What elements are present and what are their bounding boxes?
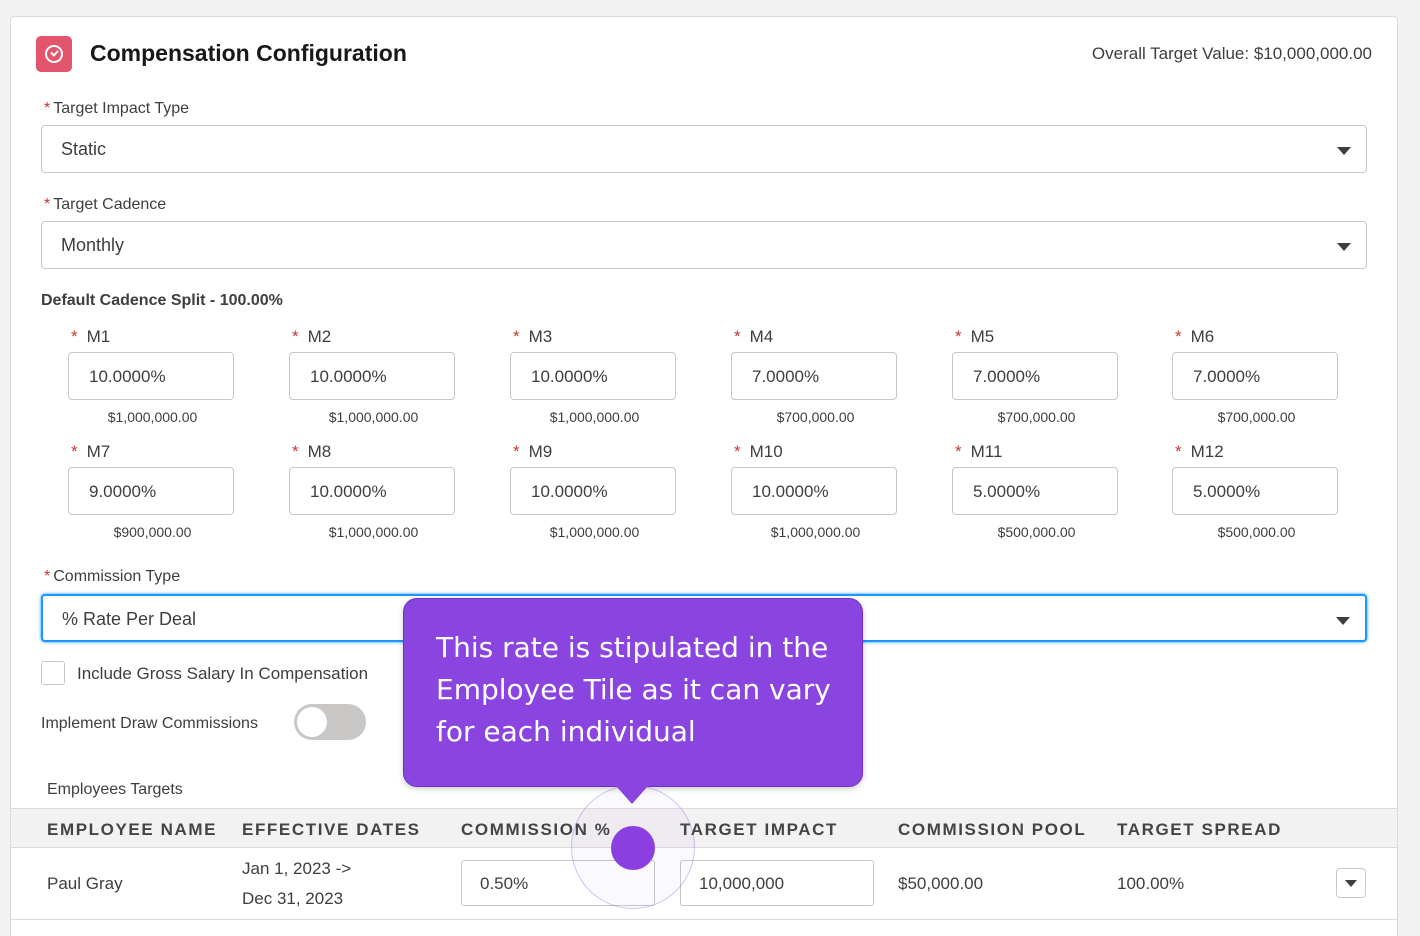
walkthrough-tooltip: This rate is stipulated in the Employee … [403, 598, 863, 804]
month-label: * M2 [292, 327, 332, 346]
month-amount: $1,000,000.00 [107, 409, 198, 425]
month-amount: $700,000.00 [776, 409, 855, 425]
target-cadence-select[interactable]: Monthly [41, 221, 1367, 269]
month-label: * M10 [734, 442, 783, 461]
tooltip-text: This rate is stipulated in the Employee … [436, 631, 831, 748]
overall-target-value: Overall Target Value: $10,000,000.00 [1091, 44, 1372, 63]
commission-pool: $50,000.00 [898, 874, 984, 893]
month-amount: $1,000,000.00 [549, 409, 640, 425]
month-pct-input[interactable]: 7.0000% [1172, 352, 1338, 400]
month-label: * M5 [955, 327, 995, 346]
month-amount: $1,000,000.00 [770, 524, 861, 540]
page-title: Compensation Configuration [90, 40, 407, 66]
month-pct-input[interactable]: 7.0000% [731, 352, 897, 400]
chevron-down-icon [1337, 147, 1351, 155]
include-gross-salary-label: Include Gross Salary In Compensation [77, 664, 369, 683]
target-cadence-value: Monthly [61, 235, 125, 255]
chevron-down-icon [1337, 243, 1351, 251]
chevron-down-icon [1336, 617, 1350, 625]
month-label: * M9 [513, 442, 553, 461]
month-pct-input[interactable]: 10.0000% [510, 467, 676, 515]
employee-name: Paul Gray [47, 874, 123, 893]
month-amount: $1,000,000.00 [549, 524, 640, 540]
month-label: * M12 [1175, 442, 1224, 461]
month-amount: $700,000.00 [1217, 409, 1296, 425]
month-pct-input[interactable]: 5.0000% [1172, 467, 1338, 515]
commission-type-label: * Commission Type [44, 568, 181, 585]
month-label: * M3 [513, 327, 553, 346]
month-amount: $1,000,000.00 [328, 524, 419, 540]
table-header: EMPLOYEE NAME EFFECTIVE DATES COMMISSION… [11, 808, 1397, 848]
column-header: EFFECTIVE DATES [242, 820, 421, 839]
target-spread: 100.00% [1117, 874, 1185, 893]
implement-draw-toggle[interactable] [294, 704, 366, 740]
gauge-icon [36, 36, 72, 72]
cadence-split-title: Default Cadence Split - 100.00% [41, 292, 283, 309]
month-amount: $500,000.00 [997, 524, 1076, 540]
month-amount: $1,000,000.00 [328, 409, 419, 425]
toggle-knob [297, 707, 327, 737]
target-impact-type-value: Static [61, 139, 107, 159]
tooltip-arrow [616, 786, 648, 804]
row-actions-button[interactable] [1336, 868, 1366, 898]
table-row: Paul Gray Jan 1, 2023 -> Dec 31, 2023 0.… [11, 848, 1397, 920]
month-label: * M8 [292, 442, 332, 461]
month-label: * M6 [1175, 327, 1215, 346]
month-pct-input[interactable]: 10.0000% [68, 352, 234, 400]
month-amount: $500,000.00 [1217, 524, 1296, 540]
month-amount: $700,000.00 [997, 409, 1076, 425]
month-label: * M1 [71, 327, 111, 346]
effective-date-start: Jan 1, 2023 -> [242, 859, 352, 878]
column-header: EMPLOYEE NAME [47, 820, 218, 839]
month-label: * M4 [734, 327, 774, 346]
commission-type-value: % Rate Per Deal [62, 609, 197, 629]
target-impact-input[interactable]: 10,000,000 [680, 860, 874, 906]
month-pct-input[interactable]: 10.0000% [289, 467, 455, 515]
month-amount: $900,000.00 [113, 524, 192, 540]
month-pct-input[interactable]: 9.0000% [68, 467, 234, 515]
month-pct-input[interactable]: 10.0000% [731, 467, 897, 515]
month-pct-input[interactable]: 10.0000% [289, 352, 455, 400]
column-header: TARGET IMPACT [680, 820, 839, 839]
include-gross-salary-checkbox[interactable] [41, 661, 65, 685]
target-cadence-label: * Target Cadence [44, 196, 167, 213]
effective-date-end: Dec 31, 2023 [242, 889, 344, 908]
month-label: * M11 [955, 442, 1003, 461]
implement-draw-label: Implement Draw Commissions [41, 715, 258, 732]
employees-targets-title: Employees Targets [47, 781, 183, 798]
hotspot-dot[interactable] [611, 826, 655, 870]
target-impact-type-select[interactable]: Static [41, 125, 1367, 173]
column-header: TARGET SPREAD [1117, 820, 1282, 839]
column-header: COMMISSION POOL [898, 820, 1087, 839]
month-pct-input[interactable]: 7.0000% [952, 352, 1118, 400]
month-label: * M7 [71, 442, 111, 461]
month-pct-input[interactable]: 10.0000% [510, 352, 676, 400]
month-pct-input[interactable]: 5.0000% [952, 467, 1118, 515]
target-impact-type-label: * Target Impact Type [44, 100, 190, 117]
